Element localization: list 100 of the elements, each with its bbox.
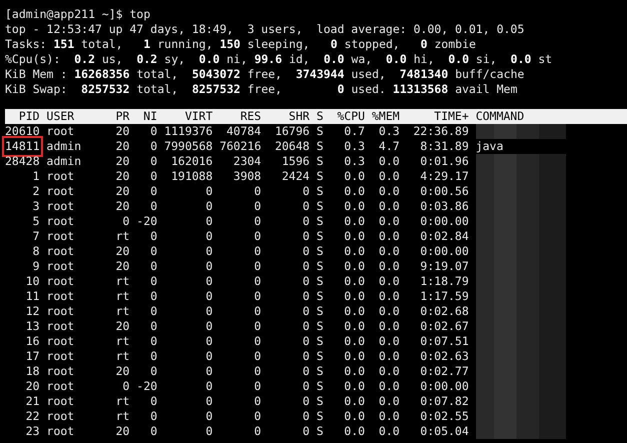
table-cell: S [316,199,324,214]
table-cell: S [316,334,324,349]
table-cell-text: 0 [149,124,158,139]
table-cell-text: 0.0 [343,349,365,364]
column-header: %MEM [372,109,400,124]
table-cell: S [316,139,324,154]
table-cell: S [316,169,324,184]
column-header: NI [142,109,158,124]
table-cell-text: 0.0 [378,364,400,379]
table-cell-text: root [46,394,76,409]
table-cell-text: 0 [204,379,213,394]
table-cell-text: 0 [204,184,213,199]
table-cell-text: 23 [24,424,40,439]
table-cell: S [316,184,324,199]
table-cell-text: 3 [32,199,40,214]
summary-line: top - 12:53:47 up 47 days, 18:49, 3 users, load average: 0.00, 0.01, 0.05 [5,22,526,37]
table-cell: 7990568 [164,139,213,154]
table-cell-text: rt [114,334,130,349]
table-cell-text: 0.0 [378,169,400,184]
table-cell-text: root [46,289,76,304]
table-cell: S [316,244,324,259]
table-cell-text: 0.0 [343,319,365,334]
table-cell-text: 0 [302,364,310,379]
table-cell-text: 0 [204,364,213,379]
table-cell-text: root [46,124,76,139]
table-cell-text: 0 [302,289,310,304]
table-cell-text: 0 [204,304,213,319]
table-cell-text: rt [114,394,130,409]
table-cell-text: 162016 [170,154,213,169]
table-cell: S [316,259,324,274]
table-cell-text: 0 [204,394,213,409]
table-cell-text: rt [114,409,130,424]
table-cell-text: 0 [302,409,310,424]
table-cell-text: root [46,244,76,259]
table-cell-text: 0 [149,229,158,244]
table-cell: S [316,214,324,229]
table-cell-text: 0 [149,289,158,304]
table-cell-text: 0 [253,214,262,229]
table-cell: 760216 [220,139,262,154]
table-cell-text: 4:29.17 [419,169,469,184]
table-cell-text: 0.0 [343,379,365,394]
table-cell: S [316,229,324,244]
table-cell-text: 12 [24,304,40,319]
table-cell-text: 16796 [274,124,310,139]
table-cell-text: 0.0 [378,379,400,394]
table-cell-text: root [46,214,76,229]
table-cell-text: 0 [149,319,158,334]
table-cell-text: root [46,304,76,319]
table-cell-text: 0 [149,244,158,259]
table-cell-text: 20 [114,199,130,214]
table-cell-text: 3908 [232,169,262,184]
summary-line: Tasks: 151 total, 1 running, 150 sleeping, 0 stopped, 0 zombie [5,37,477,52]
table-cell-text: rt [114,349,130,364]
table-cell-text: 0 [253,409,262,424]
table-cell-text: 22:36.89 [412,124,469,139]
table-cell-text: 0 [302,319,310,334]
table-cell: S [316,289,324,304]
table-cell-text: 13 [24,319,40,334]
table-cell-text: 0 [302,274,310,289]
table-cell-text: 0 [253,274,262,289]
table-cell-text: 1 [32,169,40,184]
table-cell-text: 0.0 [343,214,365,229]
table-cell-text: 40784 [225,124,262,139]
table-cell-text: 0 [149,349,158,364]
table-cell-text: 0.0 [378,424,400,439]
table-cell-text: 0 [302,304,310,319]
table-cell-text: 0 [253,259,262,274]
table-cell-text: 0 [302,229,310,244]
table-cell-text: 0.0 [378,199,400,214]
table-cell-text: 0:00.00 [419,244,469,259]
table-cell-text: 20 [114,424,130,439]
table-cell-text: 0 [253,304,262,319]
table-cell-text: 0.0 [343,259,365,274]
table-cell-text: 0 [253,289,262,304]
table-cell-text: 0.0 [343,169,365,184]
column-header: PR [114,109,130,124]
table-cell-text: root [46,424,76,439]
table-cell-text: 18 [24,364,40,379]
table-cell-text: root [46,274,76,289]
table-cell-text: 0 [149,139,158,154]
table-cell-text: 0 [302,244,310,259]
table-cell-text: 0 [149,364,158,379]
table-cell: S [316,409,324,424]
table-cell: S [316,274,324,289]
table-cell-text: 20 [114,319,130,334]
table-cell: 28428 [5,154,40,169]
table-cell-text: admin [46,154,82,169]
table-cell-text: 2424 [280,169,310,184]
table-cell-text: 2 [32,184,40,199]
table-cell: S [316,319,324,334]
table-cell-text: 11 [24,289,40,304]
table-cell-text: 0 [204,319,213,334]
column-header: USER [46,109,76,124]
table-cell-text: root [46,349,76,364]
table-cell-text: root [46,364,76,379]
table-cell-text: 20648 [274,139,310,154]
table-cell-text: 0.0 [343,409,365,424]
table-cell-text: root [46,229,76,244]
table-cell-text: 0 [149,154,158,169]
table-cell-text: 0.0 [343,289,365,304]
